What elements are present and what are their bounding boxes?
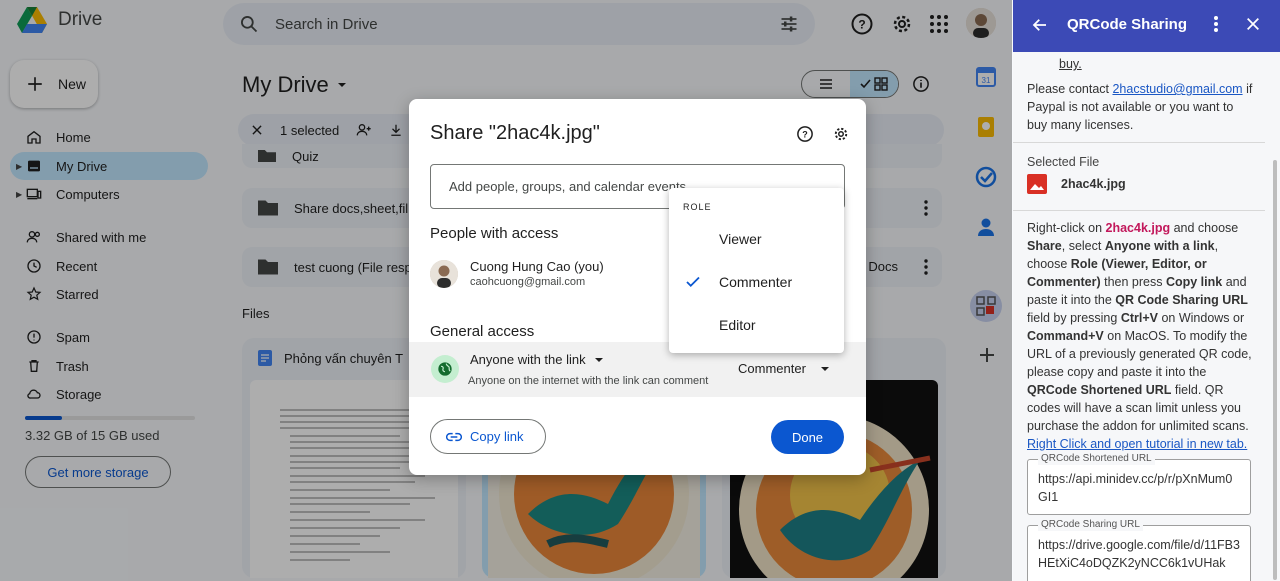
image-file-icon [1027,174,1047,194]
sharing-url-field[interactable]: QRCode Sharing URL https://drive.google.… [1027,519,1251,581]
globe-icon [431,355,459,383]
sharing-url-value: https://drive.google.com/file/d/11FB3HEt… [1038,538,1240,570]
svg-text:?: ? [802,129,808,139]
selected-file-name: 2hac4k.jpg [1061,177,1126,191]
avatar [430,259,458,288]
access-description: Anyone on the internet with the link can… [468,375,709,387]
add-people-placeholder: Add people, groups, and calendar events [449,179,687,194]
person-email: caohcuong@gmail.com [470,276,586,288]
caret-down-icon [594,357,603,362]
panel-title: QRCode Sharing [1067,16,1188,33]
back-arrow-icon[interactable] [1031,16,1049,34]
panel-body: buy. Please contact 2hacstudio@gmail.com… [1013,52,1280,581]
person-name: Cuong Hung Cao (you) [470,259,604,274]
access-scope-dropdown[interactable]: Anyone with the link [470,352,604,367]
close-icon[interactable] [1245,16,1261,32]
role-option-label: Commenter [719,274,793,290]
divider [1013,142,1265,143]
link-icon [446,432,462,441]
buy-link[interactable]: buy. [1059,55,1280,73]
settings-gear-icon[interactable] [832,125,850,143]
field-label: QRCode Sharing URL [1038,519,1143,531]
panel-header: QRCode Sharing [1013,0,1280,52]
dialog-title: Share "2hac4k.jpg" [430,122,600,144]
help-icon[interactable]: ? [796,125,814,143]
person-row: Cuong Hung Cao (you) caohcuong@gmail.com [430,259,604,288]
shortened-url-field[interactable]: QRCode Shortened URL https://api.minidev… [1027,453,1251,515]
copy-link-label: Copy link [470,429,524,444]
caret-down-icon [820,366,829,371]
people-access-heading: People with access [430,225,559,242]
field-label: QRCode Shortened URL [1038,453,1155,465]
panel-scrollbar[interactable] [1273,160,1277,580]
general-access-heading: General access [430,323,535,340]
divider [1013,210,1265,211]
contact-prefix: Please contact [1027,82,1113,96]
qrcode-sharing-panel: QRCode Sharing buy. Please contact 2hacs… [1013,0,1280,581]
role-option-label: Viewer [719,231,762,247]
role-option-viewer[interactable]: Viewer [669,219,844,259]
selected-file-label: Selected File [1027,155,1100,169]
role-menu: ROLE Viewer Commenter Editor [669,188,844,353]
access-role-label: Commenter [738,361,806,376]
done-button[interactable]: Done [771,420,844,454]
role-option-commenter[interactable]: Commenter [669,262,844,302]
copy-link-button[interactable]: Copy link [430,419,546,454]
contact-text: Please contact 2hacstudio@gmail.com if P… [1027,80,1253,134]
shortened-url-value: https://api.minidev.cc/p/r/pXnMum0GI1 [1038,472,1233,504]
role-option-editor[interactable]: Editor [669,305,844,345]
access-scope-label: Anyone with the link [470,352,586,367]
tutorial-link[interactable]: Right Click and open tutorial in new tab… [1027,435,1253,453]
access-role-dropdown[interactable]: Commenter [738,361,830,376]
instructions-text: Right-click on 2hac4k.jpg and choose Sha… [1027,221,1253,453]
selected-file-row: 2hac4k.jpg [1027,174,1253,194]
role-menu-heading: ROLE [683,202,712,212]
contact-email-link[interactable]: 2hacstudio@gmail.com [1112,82,1242,96]
check-icon [686,276,700,288]
role-option-label: Editor [719,317,756,333]
more-vert-icon[interactable] [1213,15,1219,33]
